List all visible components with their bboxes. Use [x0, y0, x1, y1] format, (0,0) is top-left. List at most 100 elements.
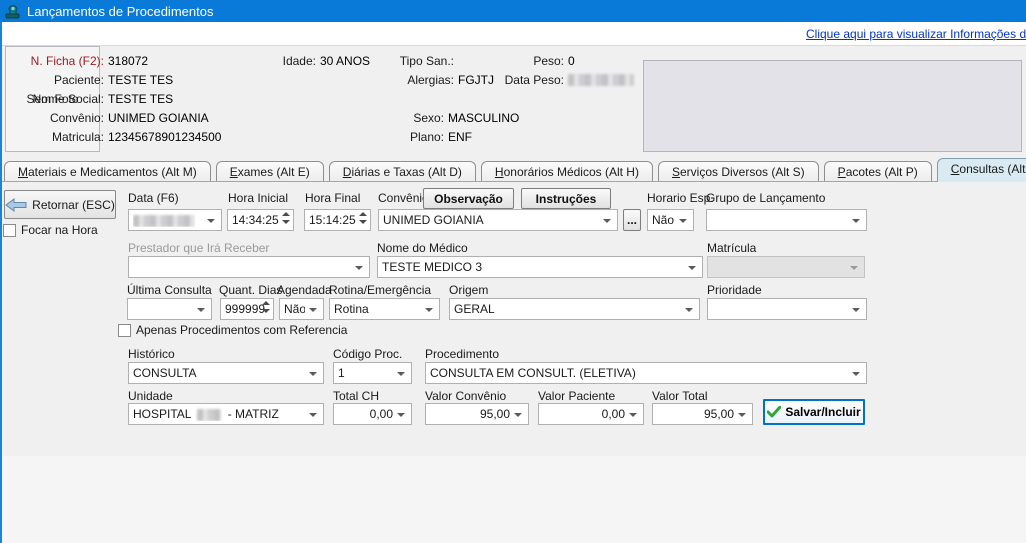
- n-ficha-value: 318072: [108, 54, 148, 68]
- origem-label: Origem: [449, 283, 488, 297]
- chevron-down-icon: [514, 413, 522, 417]
- patient-info-link[interactable]: Clique aqui para visualizar Informações …: [806, 27, 1026, 41]
- agendada-combobox[interactable]: Não: [279, 298, 324, 320]
- paciente-value: TESTE TES: [108, 73, 173, 87]
- matricula-label: Matrícula: [707, 241, 756, 255]
- ellipsis-button[interactable]: ...: [623, 209, 641, 231]
- field-idade: Idade: 30 ANOS: [250, 53, 370, 68]
- tab-exames[interactable]: Exames (Alt E): [216, 161, 324, 182]
- bottom-filler: [0, 456, 1026, 543]
- hora-final-input[interactable]: 15:14:25: [304, 209, 371, 231]
- quant-dias-value: 999999: [225, 302, 265, 316]
- convenio-combobox[interactable]: UNIMED GOIANIA: [378, 209, 618, 231]
- unidade-combobox[interactable]: HOSPITAL - MATRIZ: [128, 403, 324, 425]
- prioridade-label: Prioridade: [707, 283, 762, 297]
- sexo-label: Sexo:: [358, 111, 444, 125]
- matricula-header-label: Matricula:: [18, 130, 104, 144]
- plano-label: Plano:: [358, 130, 444, 144]
- hora-final-value: 15:14:25: [309, 213, 356, 227]
- spinner-arrows-icon[interactable]: [359, 212, 367, 224]
- redacted-unidade-value: [197, 409, 221, 421]
- observacao-label: Observação: [434, 192, 503, 206]
- retornar-label: Retornar (ESC): [32, 198, 115, 212]
- tab-materiais-medicamentos[interactable]: Materiais e Medicamentos (Alt M): [4, 161, 211, 182]
- tab-honorarios-medicos[interactable]: Honorários Médicos (Alt H): [481, 161, 653, 182]
- horario-esp-combobox[interactable]: Não: [647, 209, 694, 231]
- retornar-button[interactable]: Retornar (ESC): [4, 190, 116, 219]
- data-f6-combobox[interactable]: [128, 209, 222, 231]
- historico-value: CONSULTA: [133, 366, 197, 380]
- procedimento-value: CONSULTA EM CONSULT. (ELETIVA): [430, 366, 636, 380]
- salvar-incluir-button[interactable]: Salvar/Incluir: [763, 399, 865, 425]
- tab-diarias-taxas[interactable]: Diárias e Taxas (Alt D): [329, 161, 476, 182]
- checkbox-box-icon[interactable]: [118, 324, 131, 337]
- data-f6-label: Data (F6): [128, 191, 179, 205]
- field-paciente: Paciente: TESTE TES: [18, 72, 173, 87]
- quant-dias-input[interactable]: 999999: [220, 298, 274, 320]
- apenas-referencia-label: Apenas Procedimentos com Referencia: [136, 323, 347, 337]
- chevron-down-icon: [603, 219, 611, 223]
- agendada-label: Agendada: [277, 283, 332, 297]
- chevron-down-icon: [309, 308, 317, 312]
- idade-label: Idade:: [250, 54, 316, 68]
- checkbox-box-icon[interactable]: [3, 224, 16, 237]
- spinner-arrows-icon[interactable]: [262, 301, 270, 313]
- chevron-down-icon: [397, 413, 405, 417]
- chevron-down-icon: [688, 266, 696, 270]
- hora-inicial-input[interactable]: 14:34:25: [227, 209, 294, 231]
- ultima-consulta-combobox[interactable]: [127, 298, 212, 320]
- rotina-emergencia-combobox[interactable]: Rotina: [329, 298, 440, 320]
- apenas-referencia-checkbox[interactable]: Apenas Procedimentos com Referencia: [118, 323, 347, 337]
- hora-final-label: Hora Final: [305, 191, 360, 205]
- valor-paciente-combobox[interactable]: 0,00: [538, 403, 644, 425]
- instrucoes-button[interactable]: Instruções: [521, 188, 611, 209]
- valor-total-combobox[interactable]: 95,00: [652, 403, 753, 425]
- historico-combobox[interactable]: CONSULTA: [128, 362, 324, 384]
- redacted-data-peso-value: [568, 74, 634, 86]
- peso-label: Peso:: [498, 54, 564, 68]
- link-strip: Clique aqui para visualizar Informações …: [0, 22, 1026, 46]
- hora-inicial-value: 14:34:25: [232, 213, 279, 227]
- historico-label: Histórico: [128, 347, 175, 361]
- alergias-label: Alergias:: [368, 73, 454, 87]
- peso-value: 0: [568, 54, 575, 68]
- procedimento-label: Procedimento: [425, 347, 499, 361]
- focar-na-hora-checkbox[interactable]: Focar na Hora: [3, 223, 98, 237]
- tab-bar: Materiais e Medicamentos (Alt M) Exames …: [4, 158, 1022, 182]
- chevron-down-icon: [397, 372, 405, 376]
- plano-value: ENF: [448, 130, 472, 144]
- redacted-date-value: [133, 215, 195, 227]
- total-ch-combobox[interactable]: 0,00: [333, 403, 412, 425]
- chevron-down-icon: [738, 413, 746, 417]
- prestador-combobox[interactable]: [128, 256, 370, 278]
- chevron-down-icon: [852, 308, 860, 312]
- nome-medico-combobox[interactable]: TESTE MEDICO 3: [377, 256, 703, 278]
- observacao-button[interactable]: Observação: [423, 188, 514, 209]
- data-peso-label: Data Peso:: [478, 73, 564, 87]
- tab-servicos-diversos[interactable]: Serviços Diversos (Alt S): [658, 161, 819, 182]
- chevron-down-icon: [852, 219, 860, 223]
- procedimento-combobox[interactable]: CONSULTA EM CONSULT. (ELETIVA): [425, 362, 867, 384]
- origem-combobox[interactable]: GERAL: [449, 298, 700, 320]
- codigo-proc-combobox[interactable]: 1: [333, 362, 412, 384]
- header-notes-panel: [643, 60, 1022, 152]
- ellipsis-label: ...: [627, 213, 637, 227]
- tab-consultas[interactable]: Consultas (Alt C): [937, 158, 1026, 182]
- prioridade-combobox[interactable]: [707, 298, 867, 320]
- unidade-value-suffix: - MATRIZ: [228, 407, 279, 421]
- field-convenio-header: Convênio: UNIMED GOIANIA: [18, 110, 209, 125]
- valor-convenio-combobox[interactable]: 95,00: [425, 403, 529, 425]
- spinner-arrows-icon[interactable]: [282, 212, 290, 224]
- focar-na-hora-label: Focar na Hora: [21, 223, 98, 237]
- valor-paciente-value: 0,00: [602, 407, 625, 421]
- tipo-san-label: Tipo San.:: [368, 54, 454, 68]
- tab-pacotes[interactable]: Pacotes (Alt P): [824, 161, 932, 182]
- quant-dias-label: Quant. Dias: [219, 283, 282, 297]
- field-alergias: Alergias: FGJTJ: [368, 72, 494, 87]
- prestador-label: Prestador que Irá Receber: [128, 241, 269, 255]
- nome-social-value: TESTE TES: [108, 92, 173, 106]
- window-title: Lançamentos de Procedimentos: [27, 4, 213, 19]
- chevron-down-icon: [679, 219, 687, 223]
- field-data-peso: Data Peso:: [478, 72, 634, 87]
- grupo-lancamento-combobox[interactable]: [706, 209, 867, 231]
